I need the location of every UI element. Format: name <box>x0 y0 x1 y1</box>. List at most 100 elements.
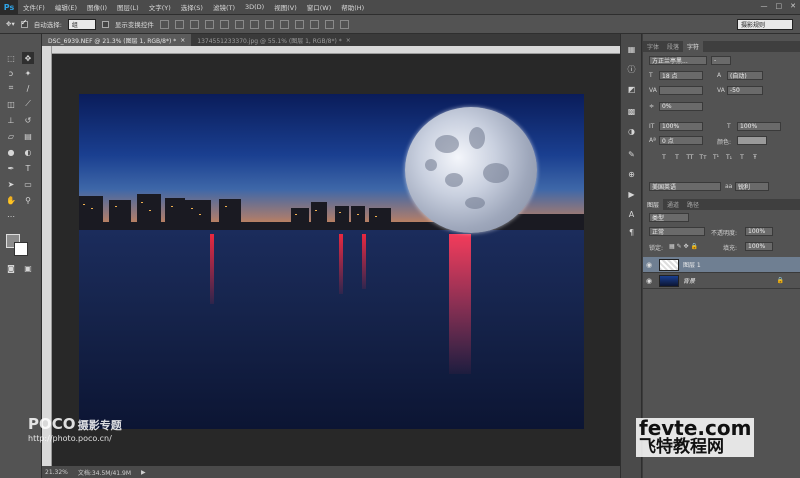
document-image[interactable] <box>79 94 584 429</box>
menu-select[interactable]: 选择(S) <box>176 2 208 12</box>
auto-select-checkbox[interactable] <box>20 18 28 28</box>
layer-filter-select[interactable]: 类型 <box>649 213 689 222</box>
brush-tool-icon[interactable]: ⟋ <box>22 98 34 110</box>
visibility-eye-icon[interactable]: ◉ <box>643 277 655 285</box>
brush-panel-icon[interactable]: ✎ <box>626 149 637 160</box>
menu-edit[interactable]: 编辑(E) <box>50 2 82 12</box>
distribute-hcenter-icon[interactable] <box>309 19 319 29</box>
small-caps-icon[interactable]: Tт <box>698 152 708 162</box>
zoom-tool-icon[interactable]: ⚲ <box>22 194 34 206</box>
faux-bold-icon[interactable]: T <box>659 152 669 162</box>
scale-field[interactable]: 0% <box>659 102 703 111</box>
show-transform-checkbox[interactable] <box>101 20 109 28</box>
move-tool-icon[interactable]: ✥▾ <box>6 20 15 28</box>
eyedropper-icon[interactable]: ∕ <box>22 82 34 94</box>
kerning-field[interactable] <box>659 86 703 95</box>
layer-row[interactable]: ◉ 图层 1 <box>643 257 800 273</box>
tracking-field[interactable]: -50 <box>727 86 763 95</box>
close-button[interactable]: ✕ <box>790 2 796 10</box>
healing-brush-icon[interactable]: ◫ <box>5 98 17 110</box>
distribute-bottom-icon[interactable] <box>279 19 289 29</box>
tab-paths[interactable]: 路径 <box>683 199 703 210</box>
crop-tool-icon[interactable]: ⌗ <box>5 82 17 94</box>
align-hcenter-icon[interactable] <box>219 19 229 29</box>
shape-tool-icon[interactable]: ▭ <box>22 178 34 190</box>
tab-character[interactable]: 字符 <box>683 41 704 52</box>
adjustments-panel-icon[interactable]: ◑ <box>626 126 637 137</box>
more-tools-icon[interactable]: ⋯ <box>5 210 17 222</box>
magic-wand-icon[interactable]: ✦ <box>22 67 34 79</box>
align-right-icon[interactable] <box>234 19 244 29</box>
menu-filter[interactable]: 滤镜(T) <box>208 2 240 12</box>
align-bottom-icon[interactable] <box>189 19 199 29</box>
play-panel-icon[interactable]: ▶ <box>626 189 637 200</box>
font-size-field[interactable]: 18 点 <box>659 71 703 80</box>
tab-layers[interactable]: 图层 <box>643 199 664 210</box>
fill-field[interactable]: 100% <box>745 242 773 251</box>
distribute-top-icon[interactable] <box>249 19 259 29</box>
auto-align-icon[interactable] <box>339 19 349 29</box>
paragraph-panel-icon[interactable]: ¶ <box>626 227 637 238</box>
tab-document-2[interactable]: 1374551233370.jpg @ 55.1% (图层 1, RGB/8*)… <box>191 34 357 46</box>
horizontal-ruler[interactable] <box>52 46 620 54</box>
status-menu-arrow-icon[interactable]: ▶ <box>141 469 146 476</box>
dodge-tool-icon[interactable]: ◐ <box>22 146 34 158</box>
swatches-panel-icon[interactable]: ▩ <box>626 106 637 117</box>
history-panel-icon[interactable]: ▦ <box>626 44 637 55</box>
lasso-tool-icon[interactable]: ↄ <box>5 67 17 79</box>
tab-channels[interactable]: 通道 <box>663 199 683 210</box>
blend-mode-select[interactable]: 正常 <box>649 227 705 236</box>
tab-close-icon[interactable]: × <box>346 37 351 44</box>
menu-image[interactable]: 图像(I) <box>82 2 112 12</box>
type-tool-icon[interactable]: T <box>22 162 34 174</box>
menu-3d[interactable]: 3D(D) <box>240 3 269 11</box>
info-panel-icon[interactable]: ⓘ <box>626 64 637 75</box>
opacity-field[interactable]: 100% <box>745 227 773 236</box>
character-panel-icon[interactable]: A <box>626 209 637 220</box>
distribute-right-icon[interactable] <box>324 19 334 29</box>
vertical-ruler[interactable] <box>42 46 52 466</box>
restore-button[interactable]: □ <box>776 2 783 10</box>
language-select[interactable]: 美国英语 <box>649 182 721 191</box>
clone-stamp-icon[interactable]: ⊥ <box>5 114 17 126</box>
tab-paragraph[interactable]: 段落 <box>663 41 683 52</box>
faux-italic-icon[interactable]: T <box>672 152 682 162</box>
align-left-icon[interactable] <box>204 19 214 29</box>
align-vcenter-icon[interactable] <box>174 19 184 29</box>
color-panel-icon[interactable]: ◩ <box>626 84 637 95</box>
layer-row[interactable]: ◉ 背景 🔒 <box>643 273 800 289</box>
distribute-left-icon[interactable] <box>294 19 304 29</box>
marquee-tool-icon[interactable]: ⬚ <box>5 52 17 64</box>
photoshop-logo[interactable]: Ps <box>0 0 18 15</box>
screen-mode-icon[interactable]: ▣ <box>22 262 34 274</box>
font-family-select[interactable]: 方正兰亭黑... <box>649 56 707 65</box>
layer-name[interactable]: 背景 <box>683 276 695 285</box>
text-color-swatch[interactable] <box>737 136 767 145</box>
horizontal-scale-field[interactable]: 100% <box>737 122 781 131</box>
tab-font[interactable]: 字体 <box>643 41 663 52</box>
workspace-dropdown[interactable]: 摄影规则 <box>737 19 793 30</box>
auto-select-dropdown[interactable]: 组 <box>67 18 96 30</box>
quick-mask-icon[interactable]: ◙ <box>5 262 17 274</box>
menu-view[interactable]: 视图(V) <box>269 2 302 12</box>
tab-close-icon[interactable]: × <box>180 37 185 44</box>
baseline-shift-field[interactable]: 0 点 <box>659 136 703 145</box>
zoom-level[interactable]: 21.32% <box>45 469 68 476</box>
eraser-tool-icon[interactable]: ▱ <box>5 130 17 142</box>
move-tool-icon[interactable]: ✥ <box>22 52 34 64</box>
path-selection-icon[interactable]: ➤ <box>5 178 17 190</box>
menu-file[interactable]: 文件(F) <box>18 2 50 12</box>
lock-icons[interactable]: ▦ ✎ ✥ 🔒 <box>669 243 698 250</box>
tab-document-1[interactable]: DSC_6939.NEF @ 21.3% (图层 1, RGB/8*) * × <box>42 34 192 46</box>
leading-field[interactable]: (自动) <box>727 71 763 80</box>
clone-source-panel-icon[interactable]: ⊕ <box>626 169 637 180</box>
hand-tool-icon[interactable]: ✋ <box>5 194 17 206</box>
gradient-tool-icon[interactable]: ▤ <box>22 130 34 142</box>
vertical-scale-field[interactable]: 100% <box>659 122 703 131</box>
history-brush-icon[interactable]: ↺ <box>22 114 34 126</box>
background-color-swatch[interactable] <box>14 242 28 256</box>
all-caps-icon[interactable]: TT <box>685 152 695 162</box>
distribute-vcenter-icon[interactable] <box>264 19 274 29</box>
subscript-icon[interactable]: T₁ <box>724 152 734 162</box>
align-top-icon[interactable] <box>159 19 169 29</box>
